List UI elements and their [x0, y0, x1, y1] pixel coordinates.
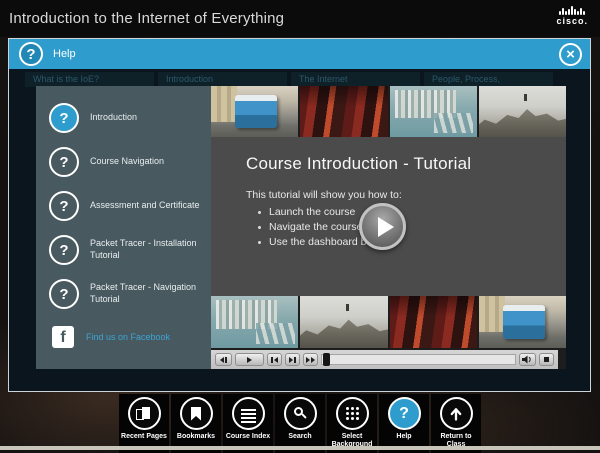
dashboard-dock: Recent Pages Bookmarks Course Index Sear…: [119, 394, 481, 453]
dock-item-course-index[interactable]: Course Index: [223, 394, 273, 453]
dock-item-bookmarks[interactable]: Bookmarks: [171, 394, 221, 453]
bookmark-icon: [180, 397, 213, 430]
background-nav-item: What is the IoE?: [25, 72, 154, 87]
dialog-title: Help: [53, 48, 76, 60]
step-forward-icon[interactable]: [285, 353, 300, 366]
fast-forward-icon[interactable]: [303, 353, 318, 366]
dock-item-help[interactable]: ? Help: [379, 394, 429, 453]
rewind-start-icon[interactable]: [215, 353, 232, 366]
square-icon: [544, 357, 549, 362]
dock-item-return-to-class[interactable]: Return to Class: [431, 394, 481, 453]
question-circle-icon: ?: [49, 103, 79, 133]
stop-button[interactable]: [539, 353, 554, 366]
tutorial-content: Course Introduction - Tutorial This tuto…: [211, 137, 566, 296]
photo-strip-bottom: [211, 296, 566, 348]
dock-item-recent-pages[interactable]: Recent Pages: [119, 394, 169, 453]
tutorial-intro: This tutorial will show you how to:: [246, 189, 566, 201]
help-badge-icon: ?: [19, 42, 43, 66]
photo-guitars: [300, 86, 387, 137]
cisco-wordmark: cisco.: [556, 16, 588, 26]
facebook-link-label: Find us on Facebook: [86, 332, 170, 342]
sidebar-item-label: Introduction: [90, 112, 137, 124]
facebook-link[interactable]: f Find us on Facebook: [36, 316, 211, 348]
play-icon[interactable]: [235, 353, 264, 366]
search-icon: [284, 397, 317, 430]
tutorial-bullet-list: Launch the course Navigate the course ma…: [258, 206, 566, 248]
progress-slider[interactable]: [321, 354, 516, 365]
sidebar-item-label: Course Navigation: [90, 156, 164, 168]
facebook-icon: f: [52, 326, 74, 348]
photo-aerial-harbor: [211, 296, 298, 348]
sidebar-item-label: Packet Tracer - Navigation Tutorial: [90, 282, 205, 305]
question-circle-icon: ?: [49, 191, 79, 221]
photo-aerial-harbor: [390, 86, 477, 137]
background-nav-item: Introduction: [158, 72, 287, 87]
speaker-icon[interactable]: [519, 353, 536, 366]
photo-tram-street: [479, 296, 566, 348]
media-control-bar: [211, 350, 558, 369]
bullet-item: Launch the course: [258, 206, 566, 218]
help-dialog: What is the IoE? Introduction The Intern…: [8, 38, 591, 392]
photo-guitars: [390, 296, 477, 348]
bullet-item: Use the dashboard buttons: [258, 236, 566, 248]
course-index-icon: [232, 397, 265, 430]
background-nav-item: The Internet: [291, 72, 420, 87]
dock-item-select-background[interactable]: Select Background: [327, 394, 377, 453]
bullet-item: Navigate the course map: [258, 221, 566, 233]
question-icon: ?: [388, 397, 421, 430]
sidebar-item-packet-tracer-installation[interactable]: ? Packet Tracer - Installation Tutorial: [36, 228, 211, 272]
dock-item-search[interactable]: Search: [275, 394, 325, 453]
question-circle-icon: ?: [49, 235, 79, 265]
sidebar-item-introduction[interactable]: ? Introduction: [36, 96, 211, 140]
help-topics-sidebar: ? Introduction ? Course Navigation ? Ass…: [36, 86, 211, 369]
photo-mountain-rocks: [479, 86, 566, 137]
play-video-button[interactable]: [359, 203, 406, 250]
grid-dots-icon: [336, 397, 369, 430]
question-circle-icon: ?: [49, 147, 79, 177]
sidebar-item-label: Packet Tracer - Installation Tutorial: [90, 238, 205, 261]
window-title-bar: Introduction to the Internet of Everythi…: [0, 0, 600, 37]
help-dialog-header: ? Help ×: [9, 39, 590, 69]
photo-tram-street: [211, 86, 298, 137]
sidebar-item-packet-tracer-navigation[interactable]: ? Packet Tracer - Navigation Tutorial: [36, 272, 211, 316]
sidebar-item-course-navigation[interactable]: ? Course Navigation: [36, 140, 211, 184]
background-nav-item: People, Process,: [424, 72, 553, 87]
sidebar-item-label: Assessment and Certificate: [90, 200, 200, 212]
progress-slider-thumb[interactable]: [323, 353, 330, 366]
question-circle-icon: ?: [49, 279, 79, 309]
cisco-bridge-icon: [559, 5, 585, 15]
sidebar-item-assessment-certificate[interactable]: ? Assessment and Certificate: [36, 184, 211, 228]
recent-pages-icon: [128, 397, 161, 430]
course-title: Introduction to the Internet of Everythi…: [0, 10, 284, 27]
tutorial-panel: Course Introduction - Tutorial This tuto…: [211, 86, 566, 369]
close-icon[interactable]: ×: [559, 43, 582, 66]
up-arrow-icon: [440, 397, 473, 430]
bottom-edge-strip: [0, 446, 600, 450]
photo-strip-top: [211, 86, 566, 137]
cisco-logo: cisco.: [556, 5, 588, 26]
step-back-icon[interactable]: [267, 353, 282, 366]
photo-mountain-rocks: [300, 296, 387, 348]
tutorial-title: Course Introduction - Tutorial: [246, 154, 566, 174]
